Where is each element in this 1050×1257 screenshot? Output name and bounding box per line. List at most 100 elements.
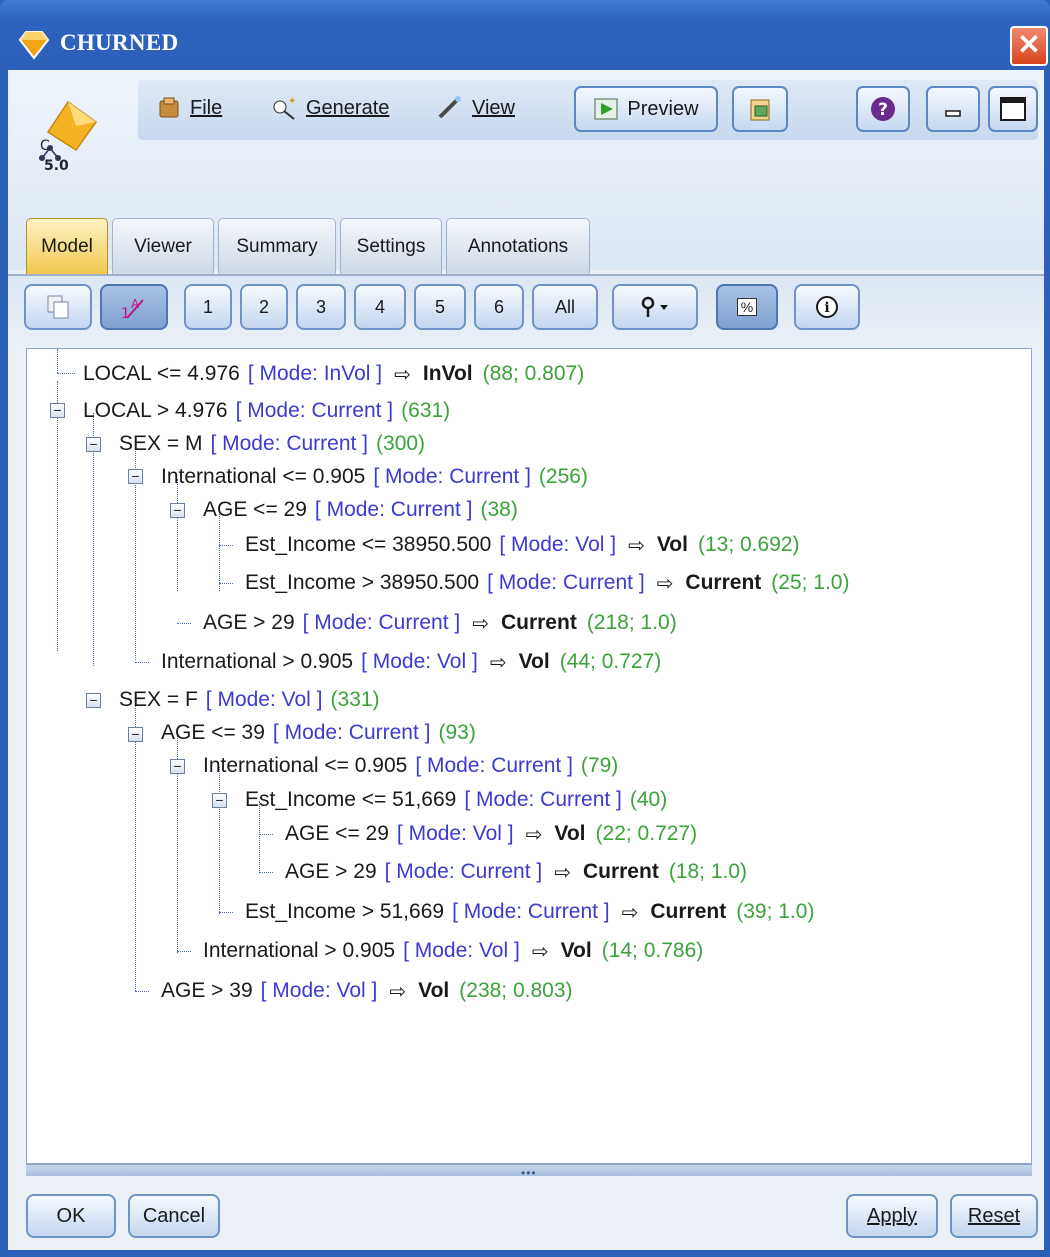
node-condition: LOCAL > 4.976 bbox=[83, 399, 228, 422]
collapse-toggle[interactable]: − bbox=[86, 437, 101, 452]
node-count: (218; 1.0) bbox=[586, 611, 677, 634]
node-condition: Est_Income > 38950.500 bbox=[245, 571, 480, 594]
tree-node[interactable]: AGE > 29 [ Mode: Current ] ⇨ Current (21… bbox=[203, 607, 677, 639]
apply-button[interactable]: Apply bbox=[846, 1194, 938, 1238]
tree-node[interactable]: AGE > 29 [ Mode: Current ] ⇨ Current (18… bbox=[285, 856, 747, 888]
tree-node[interactable]: International <= 0.905 [ Mode: Current ]… bbox=[203, 750, 618, 782]
tab-settings[interactable]: Settings bbox=[340, 218, 442, 274]
level-4-button[interactable]: 4 bbox=[354, 284, 406, 330]
node-count: (79) bbox=[580, 754, 619, 777]
collapse-toggle[interactable]: − bbox=[170, 759, 185, 774]
svg-text:C: C bbox=[40, 138, 50, 154]
cancel-button[interactable]: Cancel bbox=[128, 1194, 220, 1238]
node-mode: [ Mode: Current ] bbox=[302, 611, 461, 634]
rules-icon: 1 A bbox=[121, 297, 144, 322]
node-mode: [ Mode: Current ] bbox=[210, 432, 369, 455]
node-mode: [ Mode: Current ] bbox=[384, 860, 543, 883]
tab-model-label: Model bbox=[41, 235, 93, 257]
tree-node[interactable]: LOCAL <= 4.976 [ Mode: InVol ] ⇨ InVol (… bbox=[83, 358, 584, 390]
node-condition: International > 0.905 bbox=[203, 939, 396, 962]
arrow-icon: ⇨ bbox=[394, 363, 411, 386]
tab-summary-label: Summary bbox=[236, 235, 318, 257]
tree-node[interactable]: Est_Income <= 38950.500 [ Mode: Vol ] ⇨ … bbox=[245, 529, 800, 561]
level-6-label: 6 bbox=[493, 296, 504, 317]
collapse-toggle[interactable]: − bbox=[128, 727, 143, 742]
node-condition: Est_Income <= 51,669 bbox=[245, 788, 457, 811]
view-icon bbox=[438, 96, 461, 119]
tree-line bbox=[177, 623, 191, 624]
tree-node[interactable]: International > 0.905 [ Mode: Vol ] ⇨ Vo… bbox=[161, 646, 661, 678]
tree-node[interactable]: AGE <= 29 [ Mode: Current ] (38) bbox=[203, 494, 518, 526]
node-prediction: Vol bbox=[518, 650, 550, 673]
level-3-button[interactable]: 3 bbox=[296, 284, 346, 330]
menu-generate[interactable]: ✦ Generate bbox=[270, 94, 389, 122]
node-count: (300) bbox=[376, 432, 426, 455]
copy-icon bbox=[47, 295, 69, 319]
collapse-toggle[interactable]: − bbox=[128, 469, 143, 484]
tree-node[interactable]: AGE > 39 [ Mode: Vol ] ⇨ Vol (238; 0.803… bbox=[161, 975, 573, 1007]
tree-node[interactable]: Est_Income <= 51,669 [ Mode: Current ] (… bbox=[245, 784, 667, 816]
node-count: (44; 0.727) bbox=[559, 650, 662, 673]
splitter-handle[interactable]: ••• bbox=[26, 1164, 1032, 1180]
close-button[interactable]: ✕ bbox=[1010, 26, 1048, 66]
level-2-button[interactable]: 2 bbox=[240, 284, 288, 330]
window-title: CHURNED bbox=[60, 30, 179, 55]
tree-node[interactable]: SEX = F [ Mode: Vol ] (331) bbox=[119, 684, 380, 716]
tree-node[interactable]: AGE <= 29 [ Mode: Vol ] ⇨ Vol (22; 0.727… bbox=[285, 818, 697, 850]
collapse-toggle[interactable]: − bbox=[170, 503, 185, 518]
tree-node[interactable]: Est_Income > 38950.500 [ Mode: Current ]… bbox=[245, 567, 849, 599]
maximize-button[interactable] bbox=[988, 86, 1038, 132]
tree-node[interactable]: AGE <= 39 [ Mode: Current ] (93) bbox=[161, 717, 476, 749]
level-all-button[interactable]: All bbox=[532, 284, 598, 330]
arrow-icon: ⇨ bbox=[489, 651, 507, 674]
tab-model[interactable]: Model bbox=[26, 218, 108, 274]
tree-line bbox=[57, 349, 58, 373]
node-condition: International <= 0.905 bbox=[203, 754, 408, 777]
ok-button[interactable]: OK bbox=[26, 1194, 116, 1238]
reset-button[interactable]: Reset bbox=[950, 1194, 1038, 1238]
level-6-button[interactable]: 6 bbox=[474, 284, 524, 330]
copy-button[interactable] bbox=[24, 284, 92, 330]
tab-annotations[interactable]: Annotations bbox=[446, 218, 590, 274]
tree-line bbox=[57, 373, 75, 374]
menu-view[interactable]: View bbox=[436, 94, 515, 122]
rule-view-button[interactable]: 1 A bbox=[100, 284, 168, 330]
tab-summary[interactable]: Summary bbox=[218, 218, 336, 274]
title-bar[interactable]: CHURNED ✕ bbox=[0, 0, 1050, 80]
highlight-dropdown-button[interactable] bbox=[612, 284, 698, 330]
collapse-toggle[interactable]: − bbox=[86, 693, 101, 708]
node-mode: [ Mode: Vol ] bbox=[403, 939, 520, 962]
tree-node[interactable]: Est_Income > 51,669 [ Mode: Current ] ⇨ … bbox=[245, 896, 814, 928]
decision-tree-view[interactable]: − − − − − − − − LOCAL <= 4.976 [ Mode: I… bbox=[26, 348, 1032, 1164]
node-count: (238; 0.803) bbox=[459, 979, 573, 1002]
level-5-button[interactable]: 5 bbox=[414, 284, 466, 330]
tab-viewer[interactable]: Viewer bbox=[112, 218, 214, 274]
collapse-toggle[interactable]: − bbox=[212, 793, 227, 808]
node-condition: Est_Income > 51,669 bbox=[245, 900, 445, 923]
node-condition: AGE <= 29 bbox=[203, 498, 307, 521]
preview-button[interactable]: Preview bbox=[574, 86, 718, 132]
level-1-button[interactable]: 1 bbox=[184, 284, 232, 330]
tree-node[interactable]: International <= 0.905 [ Mode: Current ]… bbox=[161, 461, 588, 493]
info-button[interactable]: i bbox=[794, 284, 860, 330]
node-condition: International > 0.905 bbox=[161, 650, 354, 673]
tree-node[interactable]: SEX = M [ Mode: Current ] (300) bbox=[119, 428, 425, 460]
node-mode: [ Mode: Current ] bbox=[314, 498, 473, 521]
tree-line bbox=[219, 912, 233, 913]
collapse-toggle[interactable]: − bbox=[50, 403, 65, 418]
help-button[interactable]: ? bbox=[856, 86, 910, 132]
clipboard-icon bbox=[750, 99, 770, 121]
node-count: (256) bbox=[538, 465, 588, 488]
menu-file[interactable]: File bbox=[156, 94, 222, 122]
tree-line bbox=[135, 701, 136, 991]
tree-node[interactable]: LOCAL > 4.976 [ Mode: Current ] (631) bbox=[83, 395, 450, 427]
percentage-toggle-button[interactable]: % bbox=[716, 284, 778, 330]
tab-settings-label: Settings bbox=[356, 235, 426, 257]
svg-text:✦: ✦ bbox=[288, 96, 296, 107]
node-condition: Est_Income <= 38950.500 bbox=[245, 533, 492, 556]
node-count: (331) bbox=[330, 688, 380, 711]
tree-node[interactable]: International > 0.905 [ Mode: Vol ] ⇨ Vo… bbox=[203, 935, 703, 967]
export-button[interactable] bbox=[732, 86, 788, 132]
model-nugget-icon bbox=[18, 31, 50, 60]
minimize-button[interactable] bbox=[926, 86, 980, 132]
